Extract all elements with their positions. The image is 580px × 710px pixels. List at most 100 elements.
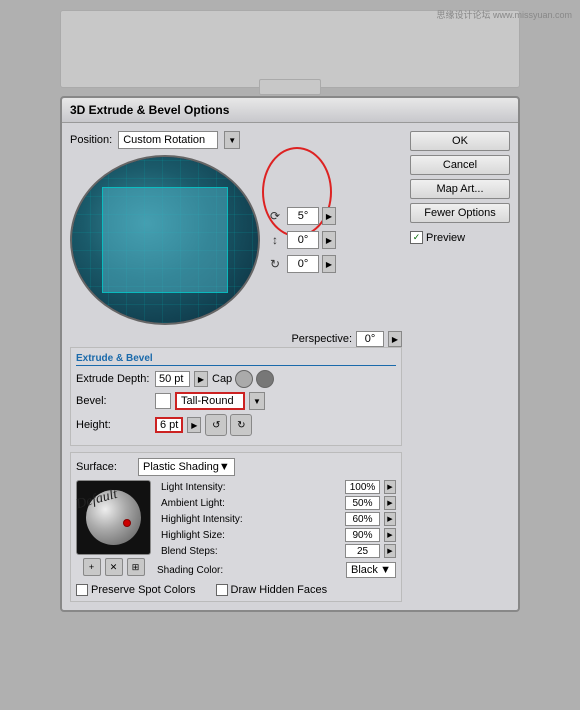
- blend-steps-arrow[interactable]: ▶: [384, 544, 396, 558]
- fewer-options-button[interactable]: Fewer Options: [410, 203, 510, 223]
- surface-header-row: Surface: Plastic Shading ▼: [76, 458, 396, 476]
- preserve-spot-check-row: Preserve Spot Colors: [76, 584, 196, 596]
- cap-icon-2[interactable]: [256, 370, 274, 388]
- rotation-x-icon: ⟳: [266, 207, 284, 225]
- rotation-controls: ⟳ 5° ▶ ↕ 0° ▶ ↻ 0° ▶: [266, 155, 402, 325]
- lighting-preview-thumb: [76, 480, 151, 555]
- preview-checkbox[interactable]: ✓: [410, 231, 423, 244]
- lighting-grid: Light Intensity: 100% ▶ Ambient Light: 5…: [161, 480, 396, 558]
- rotation-x-arrow[interactable]: ▶: [322, 207, 336, 225]
- shading-color-label: Shading Color:: [157, 565, 342, 576]
- ambient-light-row: Ambient Light: 50% ▶: [161, 496, 396, 510]
- extrude-depth-arrow[interactable]: ▶: [194, 371, 208, 387]
- height-value[interactable]: 6 pt: [155, 417, 183, 433]
- position-value: Custom Rotation: [123, 134, 205, 146]
- blend-steps-value[interactable]: 25: [345, 544, 380, 558]
- perspective-value[interactable]: 0°: [356, 331, 384, 347]
- bevel-arrow[interactable]: ▼: [249, 392, 265, 410]
- rotate-icons: ↺ ↻: [205, 414, 252, 436]
- rotation-x-row: ⟳ 5° ▶: [266, 207, 402, 225]
- bevel-row: Bevel: Tall-Round ▼: [76, 392, 396, 410]
- draw-hidden-checkbox[interactable]: [216, 584, 228, 596]
- preserve-spot-checkbox[interactable]: [76, 584, 88, 596]
- add-light-btn[interactable]: +: [83, 558, 101, 576]
- blend-steps-row: Blend Steps: 25 ▶: [161, 544, 396, 558]
- light-intensity-arrow[interactable]: ▶: [384, 480, 396, 494]
- surface-section: Surface: Plastic Shading ▼ Default: [70, 452, 402, 602]
- highlight-intensity-value[interactable]: 60%: [345, 512, 380, 526]
- surface-dropdown-arrow: ▼: [219, 461, 230, 473]
- cap-icon-1[interactable]: [235, 370, 253, 388]
- ambient-light-value[interactable]: 50%: [345, 496, 380, 510]
- move-to-back-btn[interactable]: ⊞: [127, 558, 145, 576]
- highlight-size-value[interactable]: 90%: [345, 528, 380, 542]
- surface-label: Surface:: [76, 461, 134, 473]
- height-arrow[interactable]: ▶: [187, 417, 201, 433]
- map-art-button[interactable]: Map Art...: [410, 179, 510, 199]
- surface-select[interactable]: Plastic Shading ▼: [138, 458, 235, 476]
- rotation-y-row: ↕ 0° ▶: [266, 231, 402, 249]
- highlight-size-arrow[interactable]: ▶: [384, 528, 396, 542]
- surface-content: Default + ✕ ⊞: [76, 480, 396, 578]
- extrude-depth-label: Extrude Depth:: [76, 373, 151, 385]
- preserve-spot-label: Preserve Spot Colors: [91, 584, 196, 596]
- perspective-label: Perspective:: [291, 333, 352, 345]
- position-dropdown-arrow[interactable]: ▼: [224, 131, 240, 149]
- extrude-depth-row: Extrude Depth: 50 pt ▶ Cap: [76, 370, 396, 388]
- height-label: Height:: [76, 419, 151, 431]
- position-select[interactable]: Custom Rotation: [118, 131, 218, 149]
- rotation-z-input[interactable]: 0°: [287, 255, 319, 273]
- bottom-checkboxes: Preserve Spot Colors Draw Hidden Faces: [76, 584, 396, 596]
- rotate-right-btn[interactable]: ↻: [230, 414, 252, 436]
- shading-color-arrow: ▼: [380, 564, 391, 576]
- rotation-z-row: ↻ 0° ▶: [266, 255, 402, 273]
- highlight-intensity-row: Highlight Intensity: 60% ▶: [161, 512, 396, 526]
- blend-steps-label: Blend Steps:: [161, 546, 341, 557]
- bevel-swatch: [155, 393, 171, 409]
- bevel-name[interactable]: Tall-Round: [175, 392, 245, 410]
- shading-color-row: Shading Color: Black ▼: [157, 562, 396, 578]
- remove-light-btn[interactable]: ✕: [105, 558, 123, 576]
- cancel-button[interactable]: Cancel: [410, 155, 510, 175]
- right-panel: OK Cancel Map Art... Fewer Options ✓ Pre…: [410, 131, 510, 602]
- surface-lighting-col: Light Intensity: 100% ▶ Ambient Light: 5…: [157, 480, 396, 578]
- position-label: Position:: [70, 134, 112, 146]
- cap-icons: Cap: [212, 370, 274, 388]
- draw-hidden-label: Draw Hidden Faces: [231, 584, 328, 596]
- highlight-intensity-arrow[interactable]: ▶: [384, 512, 396, 526]
- light-intensity-label: Light Intensity:: [161, 482, 341, 493]
- highlight-intensity-label: Highlight Intensity:: [161, 514, 341, 525]
- rotation-z-icon: ↻: [266, 255, 284, 273]
- sphere-3d[interactable]: [70, 155, 260, 325]
- perspective-arrow[interactable]: ▶: [388, 331, 402, 347]
- rotation-z-arrow[interactable]: ▶: [322, 255, 336, 273]
- dialog-body: Position: Custom Rotation ▼ ⟳: [62, 123, 518, 610]
- bevel-label: Bevel:: [76, 395, 151, 407]
- shading-color-value: Black: [351, 564, 378, 576]
- rotation-y-arrow[interactable]: ▶: [322, 231, 336, 249]
- draw-hidden-check-row: Draw Hidden Faces: [216, 584, 328, 596]
- top-preview-area: [60, 10, 520, 88]
- sphere-container: ⟳ 5° ▶ ↕ 0° ▶ ↻ 0° ▶: [70, 155, 402, 325]
- watermark: 思缘设计论坛 www.missyuan.com: [436, 8, 572, 21]
- extrude-depth-value[interactable]: 50 pt: [155, 371, 190, 387]
- surface-preview-col: Default + ✕ ⊞: [76, 480, 151, 578]
- light-intensity-value[interactable]: 100%: [345, 480, 380, 494]
- dialog-title: 3D Extrude & Bevel Options: [62, 98, 518, 123]
- rotation-y-input[interactable]: 0°: [287, 231, 319, 249]
- preview-label: Preview: [426, 232, 465, 244]
- extrude-section-label: Extrude & Bevel: [76, 353, 396, 366]
- preview-check-row: ✓ Preview: [410, 231, 510, 244]
- highlight-size-label: Highlight Size:: [161, 530, 341, 541]
- extrude-bevel-section: Extrude & Bevel Extrude Depth: 50 pt ▶ C…: [70, 347, 402, 446]
- ambient-light-label: Ambient Light:: [161, 498, 341, 509]
- rotate-left-btn[interactable]: ↺: [205, 414, 227, 436]
- rotation-x-input[interactable]: 5°: [287, 207, 319, 225]
- rotation-y-icon: ↕: [266, 231, 284, 249]
- preview-icons-row: + ✕ ⊞: [76, 558, 151, 576]
- ambient-light-arrow[interactable]: ▶: [384, 496, 396, 510]
- lighting-sphere: [86, 490, 141, 545]
- shading-color-select[interactable]: Black ▼: [346, 562, 396, 578]
- dialog-container: 3D Extrude & Bevel Options Position: Cus…: [60, 96, 520, 612]
- ok-button[interactable]: OK: [410, 131, 510, 151]
